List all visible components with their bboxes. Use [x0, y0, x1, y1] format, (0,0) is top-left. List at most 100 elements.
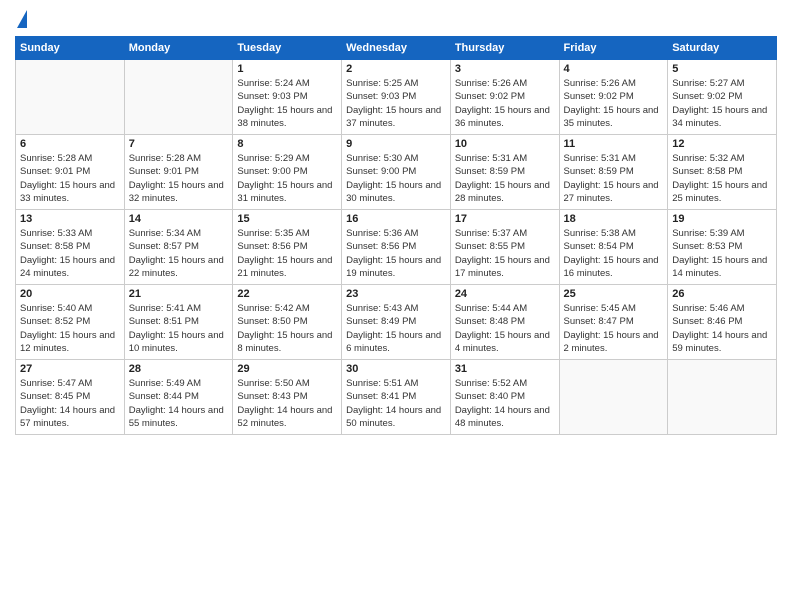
col-header-sunday: Sunday: [16, 37, 125, 60]
day-cell: 21 Sunrise: 5:41 AMSunset: 8:51 PMDayligh…: [124, 285, 233, 360]
day-number: 30: [346, 363, 446, 375]
day-number: 16: [346, 213, 446, 225]
day-cell: 19 Sunrise: 5:39 AMSunset: 8:53 PMDayligh…: [668, 210, 777, 285]
day-number: 8: [237, 138, 337, 150]
day-cell: 22 Sunrise: 5:42 AMSunset: 8:50 PMDayligh…: [233, 285, 342, 360]
day-info: Sunrise: 5:25 AMSunset: 9:03 PMDaylight:…: [346, 77, 446, 130]
day-cell: 8Sunrise: 5:29 AMSunset: 9:00 PMDaylight…: [233, 135, 342, 210]
day-cell: 3 Sunrise: 5:26 AMSunset: 9:02 PMDaylight…: [450, 60, 559, 135]
day-info: Sunrise: 5:41 AMSunset: 8:51 PMDaylight:…: [129, 302, 229, 355]
day-cell: 16 Sunrise: 5:36 AMSunset: 8:56 PMDayligh…: [342, 210, 451, 285]
day-number: 21: [129, 288, 229, 300]
day-cell: 2 Sunrise: 5:25 AMSunset: 9:03 PMDaylight…: [342, 60, 451, 135]
col-header-monday: Monday: [124, 37, 233, 60]
day-info: Sunrise: 5:36 AMSunset: 8:56 PMDaylight:…: [346, 227, 446, 280]
day-cell: 28Sunrise: 5:49 AMSunset: 8:44 PMDayligh…: [124, 360, 233, 435]
col-header-tuesday: Tuesday: [233, 37, 342, 60]
day-number: 22: [237, 288, 337, 300]
day-info: Sunrise: 5:28 AMSunset: 9:01 PMDaylight:…: [129, 152, 229, 205]
day-info: Sunrise: 5:26 AMSunset: 9:02 PMDaylight:…: [455, 77, 555, 130]
day-info: Sunrise: 5:28 AMSunset: 9:01 PMDaylight:…: [20, 152, 120, 205]
week-row-2: 6 Sunrise: 5:28 AMSunset: 9:01 PMDaylight…: [16, 135, 777, 210]
day-number: 5: [672, 63, 772, 75]
calendar: SundayMondayTuesdayWednesdayThursdayFrid…: [15, 36, 777, 435]
day-number: 12: [672, 138, 772, 150]
day-cell: 20 Sunrise: 5:40 AMSunset: 8:52 PMDayligh…: [16, 285, 125, 360]
page: SundayMondayTuesdayWednesdayThursdayFrid…: [0, 0, 792, 612]
day-number: 20: [20, 288, 120, 300]
col-header-thursday: Thursday: [450, 37, 559, 60]
day-cell: [559, 360, 668, 435]
logo-icon: [17, 10, 27, 28]
day-number: 9: [346, 138, 446, 150]
col-header-saturday: Saturday: [668, 37, 777, 60]
day-cell: 23Sunrise: 5:43 AMSunset: 8:49 PMDayligh…: [342, 285, 451, 360]
day-cell: [124, 60, 233, 135]
day-info: Sunrise: 5:44 AMSunset: 8:48 PMDaylight:…: [455, 302, 555, 355]
day-info: Sunrise: 5:39 AMSunset: 8:53 PMDaylight:…: [672, 227, 772, 280]
day-info: Sunrise: 5:35 AMSunset: 8:56 PMDaylight:…: [237, 227, 337, 280]
day-number: 25: [564, 288, 664, 300]
logo: [15, 10, 27, 28]
day-cell: 31 Sunrise: 5:52 AMSunset: 8:40 PMDayligh…: [450, 360, 559, 435]
day-number: 24: [455, 288, 555, 300]
day-cell: [16, 60, 125, 135]
day-info: Sunrise: 5:52 AMSunset: 8:40 PMDaylight:…: [455, 377, 555, 430]
col-header-wednesday: Wednesday: [342, 37, 451, 60]
day-number: 23: [346, 288, 446, 300]
day-cell: 6 Sunrise: 5:28 AMSunset: 9:01 PMDaylight…: [16, 135, 125, 210]
week-row-3: 13 Sunrise: 5:33 AMSunset: 8:58 PMDayligh…: [16, 210, 777, 285]
day-info: Sunrise: 5:40 AMSunset: 8:52 PMDaylight:…: [20, 302, 120, 355]
day-number: 13: [20, 213, 120, 225]
day-number: 7: [129, 138, 229, 150]
day-cell: 29 Sunrise: 5:50 AMSunset: 8:43 PMDayligh…: [233, 360, 342, 435]
day-cell: 25 Sunrise: 5:45 AMSunset: 8:47 PMDayligh…: [559, 285, 668, 360]
day-info: Sunrise: 5:51 AMSunset: 8:41 PMDaylight:…: [346, 377, 446, 430]
week-row-4: 20 Sunrise: 5:40 AMSunset: 8:52 PMDayligh…: [16, 285, 777, 360]
day-cell: 27 Sunrise: 5:47 AMSunset: 8:45 PMDayligh…: [16, 360, 125, 435]
day-number: 27: [20, 363, 120, 375]
day-cell: 24 Sunrise: 5:44 AMSunset: 8:48 PMDayligh…: [450, 285, 559, 360]
day-cell: 30 Sunrise: 5:51 AMSunset: 8:41 PMDayligh…: [342, 360, 451, 435]
day-info: Sunrise: 5:37 AMSunset: 8:55 PMDaylight:…: [455, 227, 555, 280]
day-cell: 10Sunrise: 5:31 AMSunset: 8:59 PMDayligh…: [450, 135, 559, 210]
day-number: 29: [237, 363, 337, 375]
day-number: 14: [129, 213, 229, 225]
week-row-1: 1 Sunrise: 5:24 AMSunset: 9:03 PMDaylight…: [16, 60, 777, 135]
day-info: Sunrise: 5:27 AMSunset: 9:02 PMDaylight:…: [672, 77, 772, 130]
day-cell: 26 Sunrise: 5:46 AMSunset: 8:46 PMDayligh…: [668, 285, 777, 360]
day-info: Sunrise: 5:46 AMSunset: 8:46 PMDaylight:…: [672, 302, 772, 355]
day-info: Sunrise: 5:47 AMSunset: 8:45 PMDaylight:…: [20, 377, 120, 430]
day-number: 2: [346, 63, 446, 75]
day-number: 6: [20, 138, 120, 150]
day-cell: 15 Sunrise: 5:35 AMSunset: 8:56 PMDayligh…: [233, 210, 342, 285]
day-info: Sunrise: 5:26 AMSunset: 9:02 PMDaylight:…: [564, 77, 664, 130]
day-number: 3: [455, 63, 555, 75]
day-number: 4: [564, 63, 664, 75]
day-cell: 11Sunrise: 5:31 AMSunset: 8:59 PMDayligh…: [559, 135, 668, 210]
day-cell: 1 Sunrise: 5:24 AMSunset: 9:03 PMDaylight…: [233, 60, 342, 135]
day-info: Sunrise: 5:45 AMSunset: 8:47 PMDaylight:…: [564, 302, 664, 355]
day-info: Sunrise: 5:31 AMSunset: 8:59 PMDaylight:…: [455, 152, 555, 205]
day-number: 26: [672, 288, 772, 300]
day-info: Sunrise: 5:24 AMSunset: 9:03 PMDaylight:…: [237, 77, 337, 130]
day-info: Sunrise: 5:30 AMSunset: 9:00 PMDaylight:…: [346, 152, 446, 205]
header: [15, 10, 777, 28]
day-cell: 4 Sunrise: 5:26 AMSunset: 9:02 PMDaylight…: [559, 60, 668, 135]
day-number: 1: [237, 63, 337, 75]
day-number: 15: [237, 213, 337, 225]
week-row-5: 27 Sunrise: 5:47 AMSunset: 8:45 PMDayligh…: [16, 360, 777, 435]
day-cell: [668, 360, 777, 435]
day-cell: 13 Sunrise: 5:33 AMSunset: 8:58 PMDayligh…: [16, 210, 125, 285]
day-info: Sunrise: 5:50 AMSunset: 8:43 PMDaylight:…: [237, 377, 337, 430]
day-cell: 7 Sunrise: 5:28 AMSunset: 9:01 PMDaylight…: [124, 135, 233, 210]
day-number: 19: [672, 213, 772, 225]
day-cell: 5 Sunrise: 5:27 AMSunset: 9:02 PMDaylight…: [668, 60, 777, 135]
col-header-friday: Friday: [559, 37, 668, 60]
day-number: 31: [455, 363, 555, 375]
day-info: Sunrise: 5:31 AMSunset: 8:59 PMDaylight:…: [564, 152, 664, 205]
day-info: Sunrise: 5:33 AMSunset: 8:58 PMDaylight:…: [20, 227, 120, 280]
day-cell: 18Sunrise: 5:38 AMSunset: 8:54 PMDayligh…: [559, 210, 668, 285]
day-cell: 12Sunrise: 5:32 AMSunset: 8:58 PMDayligh…: [668, 135, 777, 210]
day-info: Sunrise: 5:42 AMSunset: 8:50 PMDaylight:…: [237, 302, 337, 355]
